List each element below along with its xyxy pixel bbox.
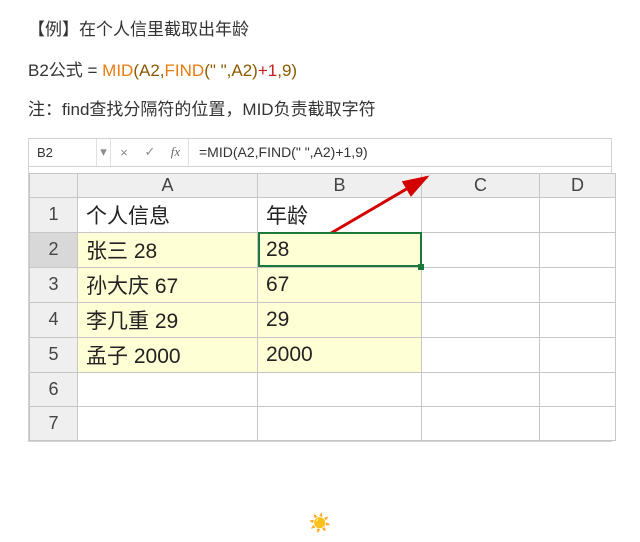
formula-input[interactable]: =MID(A2,FIND(" ",A2)+1,9) xyxy=(189,139,611,166)
row-head-1[interactable]: 1 xyxy=(30,197,78,232)
cell-A2[interactable]: 张三 28 xyxy=(78,232,258,267)
cell-A1[interactable]: 个人信息 xyxy=(78,197,258,232)
cell-C7[interactable] xyxy=(422,406,540,440)
col-head-B[interactable]: B xyxy=(258,173,422,197)
note-text: 注：find查找分隔符的位置，MID负责截取字符 xyxy=(28,95,612,120)
col-head-C[interactable]: C xyxy=(422,173,540,197)
select-all-corner[interactable] xyxy=(30,173,78,197)
cell-D5[interactable] xyxy=(540,337,616,372)
row-head-4[interactable]: 4 xyxy=(30,302,78,337)
cell-B7[interactable] xyxy=(258,406,422,440)
namebox-dropdown-icon[interactable]: ▾ xyxy=(97,139,111,166)
formula-bar: B2 ▾ × ✓ fx =MID(A2,FIND(" ",A2)+1,9) xyxy=(29,139,611,167)
cell-A3[interactable]: 孙大庆 67 xyxy=(78,267,258,302)
col-head-D[interactable]: D xyxy=(540,173,616,197)
cell-C6[interactable] xyxy=(422,372,540,406)
cell-B3[interactable]: 67 xyxy=(258,267,422,302)
spreadsheet-grid[interactable]: A B C D 1 个人信息 年龄 2 张三 28 28 3 孙大庆 xyxy=(29,173,616,441)
cell-C3[interactable] xyxy=(422,267,540,302)
formula-explain: B2公式 = MID(A2,FIND(" ",A2)+1,9) xyxy=(28,56,612,81)
row-head-6[interactable]: 6 xyxy=(30,372,78,406)
cell-B2[interactable]: 28 xyxy=(258,232,422,267)
cell-C2[interactable] xyxy=(422,232,540,267)
cell-C1[interactable] xyxy=(422,197,540,232)
cell-D7[interactable] xyxy=(540,406,616,440)
cell-B5[interactable]: 2000 xyxy=(258,337,422,372)
cancel-icon[interactable]: × xyxy=(111,139,137,166)
cell-D2[interactable] xyxy=(540,232,616,267)
excel-window: B2 ▾ × ✓ fx =MID(A2,FIND(" ",A2)+1,9) xyxy=(28,138,612,442)
cell-B4[interactable]: 29 xyxy=(258,302,422,337)
enter-icon[interactable]: ✓ xyxy=(137,139,163,166)
name-box[interactable]: B2 xyxy=(29,139,97,166)
cell-D6[interactable] xyxy=(540,372,616,406)
cell-D3[interactable] xyxy=(540,267,616,302)
sun-icon: ☀️ xyxy=(309,513,331,534)
example-title: 【例】在个人信里截取出年龄 xyxy=(28,18,612,42)
cell-B6[interactable] xyxy=(258,372,422,406)
row-head-2[interactable]: 2 xyxy=(30,232,78,267)
cell-A7[interactable] xyxy=(78,406,258,440)
cell-A5[interactable]: 孟子 2000 xyxy=(78,337,258,372)
row-head-5[interactable]: 5 xyxy=(30,337,78,372)
row-head-3[interactable]: 3 xyxy=(30,267,78,302)
col-head-A[interactable]: A xyxy=(78,173,258,197)
row-head-7[interactable]: 7 xyxy=(30,406,78,440)
cell-A4[interactable]: 李几重 29 xyxy=(78,302,258,337)
cell-C4[interactable] xyxy=(422,302,540,337)
cell-A6[interactable] xyxy=(78,372,258,406)
cell-D1[interactable] xyxy=(540,197,616,232)
cell-C5[interactable] xyxy=(422,337,540,372)
cell-B1[interactable]: 年龄 xyxy=(258,197,422,232)
fx-icon[interactable]: fx xyxy=(163,139,189,166)
cell-D4[interactable] xyxy=(540,302,616,337)
